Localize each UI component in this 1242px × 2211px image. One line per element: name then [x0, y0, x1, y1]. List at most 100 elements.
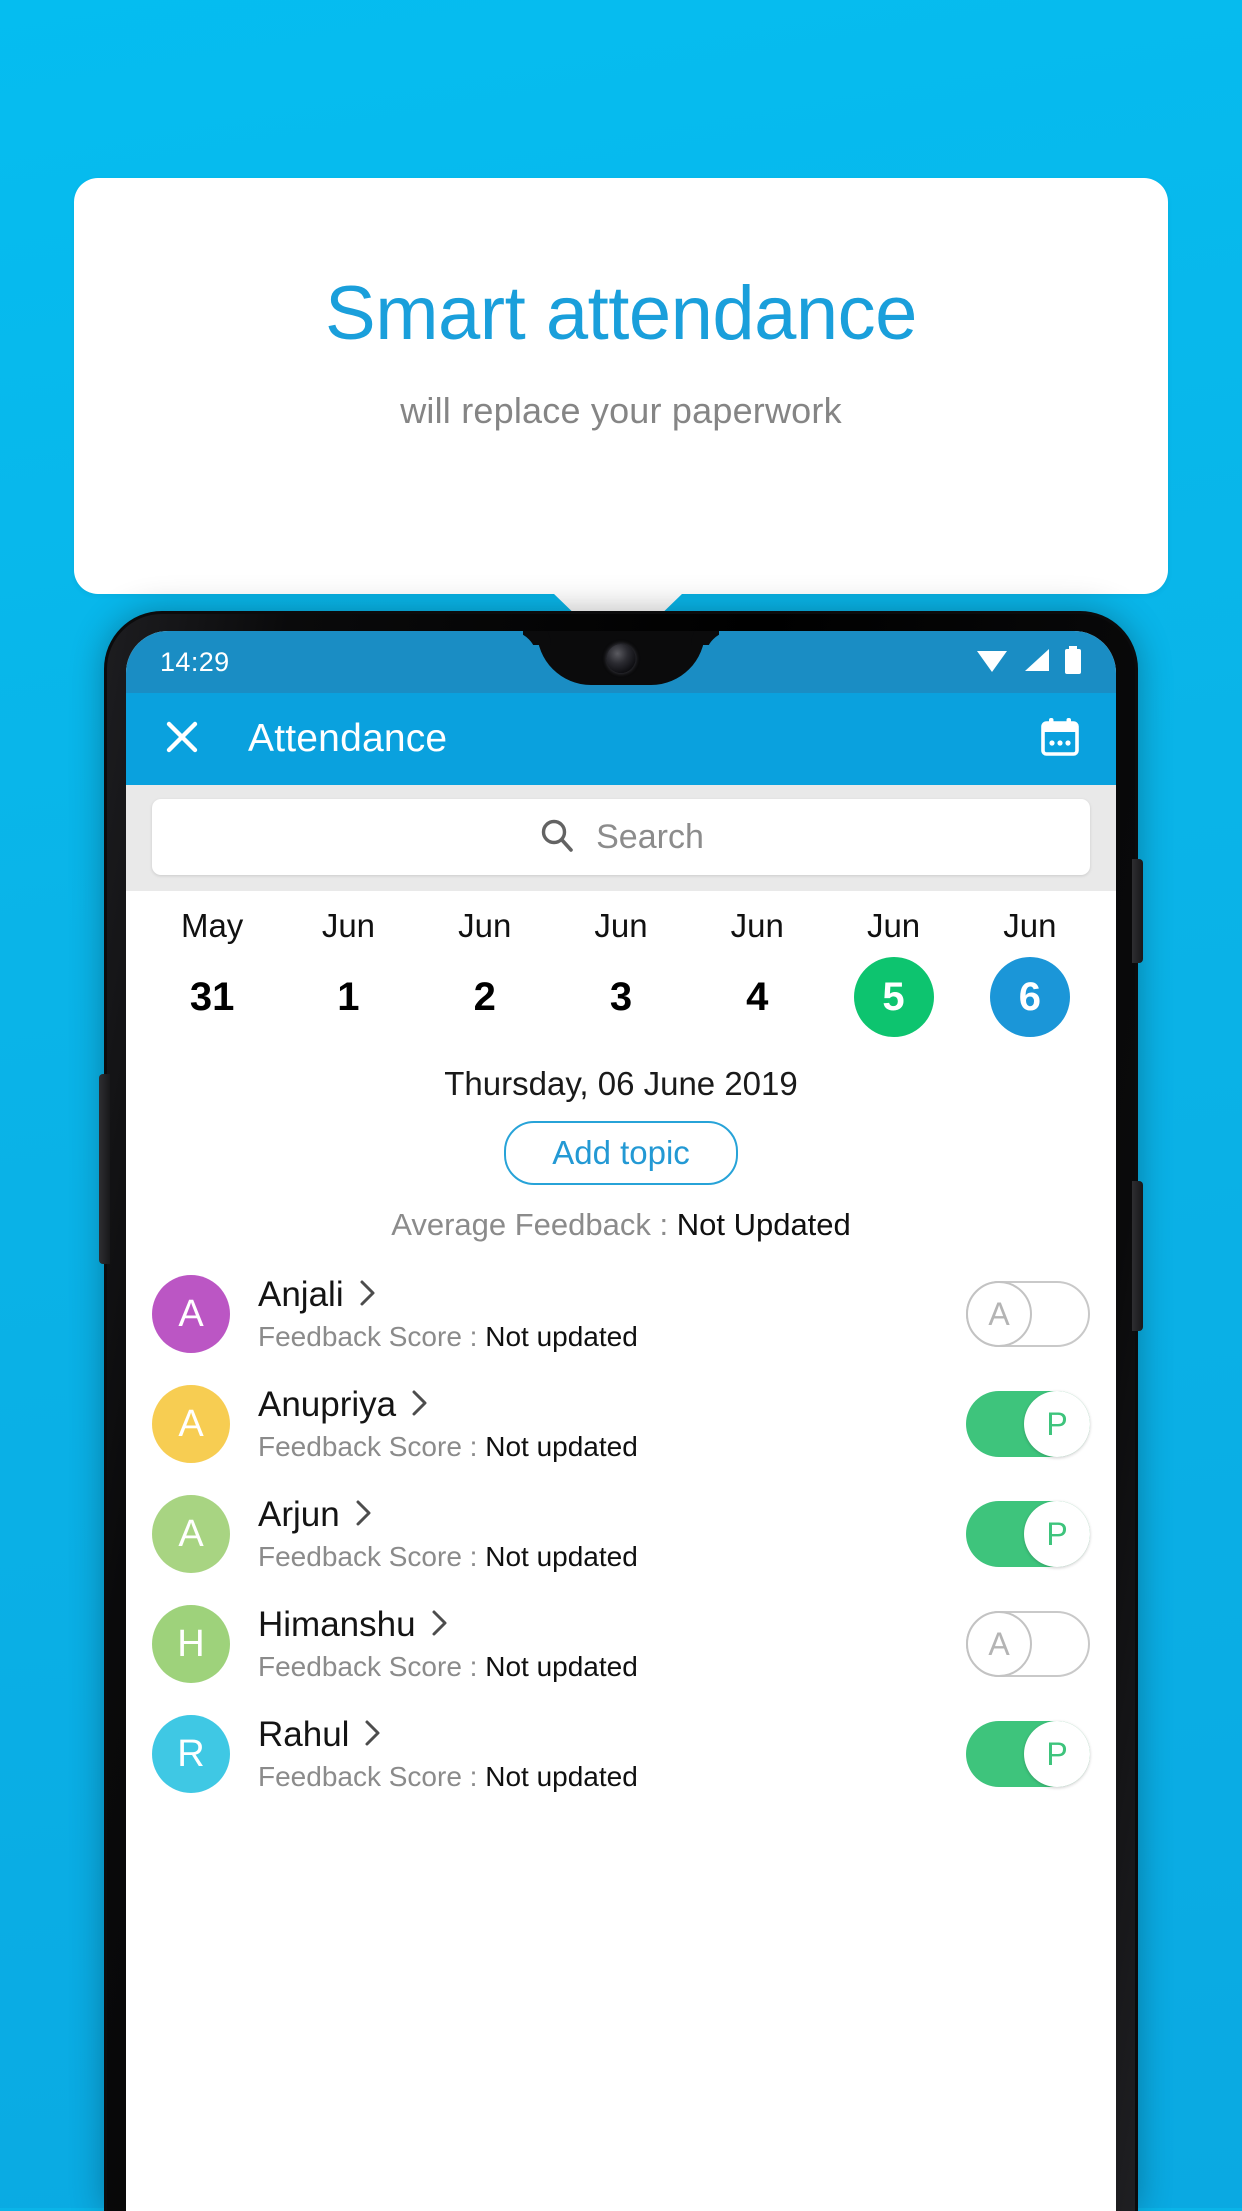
date-day-number: 5: [853, 957, 934, 1037]
add-topic-button[interactable]: Add topic: [504, 1121, 738, 1185]
date-cell[interactable]: Jun 3: [553, 907, 689, 1037]
date-day-number: 4: [746, 974, 769, 1019]
student-name-line[interactable]: Rahul: [258, 1715, 966, 1755]
chevron-right-icon[interactable]: [410, 1388, 430, 1423]
date-cell[interactable]: Jun 5: [825, 907, 961, 1037]
student-name: Anupriya: [258, 1385, 397, 1424]
average-feedback: Average Feedback : Not Updated: [126, 1207, 1116, 1243]
phone-assistant-button[interactable]: [99, 1074, 110, 1264]
date-cell[interactable]: May 31: [144, 907, 280, 1037]
avatar: A: [152, 1275, 230, 1353]
date-day-number: 1: [337, 974, 360, 1019]
selected-date-label: Thursday, 06 June 2019: [444, 1065, 798, 1102]
student-row[interactable]: A Anupriya Feedback Score : Not updated P: [126, 1369, 1116, 1479]
feedback-score-value: Not updated: [485, 1761, 638, 1792]
chevron-right-icon[interactable]: [363, 1718, 383, 1753]
feedback-score-value: Not updated: [485, 1651, 638, 1682]
promo-headline: Smart attendance: [325, 271, 917, 356]
status-bar: 14:29: [126, 631, 1116, 693]
feedback-score-label: Feedback Score :: [258, 1651, 486, 1682]
date-strip: May 31 Jun 1 Jun 2 Jun 3 Jun 4 Jun 5 Jun 6: [126, 891, 1116, 1043]
student-name-line[interactable]: Himanshu: [258, 1605, 966, 1645]
date-cell[interactable]: Jun 1: [280, 907, 416, 1037]
date-month-label: Jun: [866, 907, 921, 944]
date-cell[interactable]: Jun 2: [417, 907, 553, 1037]
close-icon[interactable]: [160, 715, 204, 764]
attendance-toggle-knob: A: [966, 1611, 1032, 1677]
attendance-toggle[interactable]: P: [966, 1391, 1090, 1457]
student-row[interactable]: A Anjali Feedback Score : Not updated A: [126, 1259, 1116, 1369]
promo-card: Smart attendance will replace your paper…: [74, 178, 1168, 594]
student-info: Himanshu Feedback Score : Not updated: [230, 1605, 966, 1683]
student-name: Arjun: [258, 1495, 340, 1534]
avatar: H: [152, 1605, 230, 1683]
phone-screen: 14:29 Attendance Search May 31 Jun 1 Jun…: [126, 631, 1116, 2211]
date-month-label: Jun: [730, 907, 784, 944]
student-feedback-score: Feedback Score : Not updated: [258, 1321, 966, 1353]
student-feedback-score: Feedback Score : Not updated: [258, 1541, 966, 1573]
phone-mockup: 14:29 Attendance Search May 31 Jun 1 Jun…: [99, 611, 1143, 2211]
student-name-line[interactable]: Arjun: [258, 1495, 966, 1535]
date-month-label: Jun: [594, 907, 648, 944]
student-feedback-score: Feedback Score : Not updated: [258, 1431, 966, 1463]
attendance-toggle-knob: P: [1024, 1501, 1090, 1567]
date-cell[interactable]: Jun 6: [962, 907, 1098, 1037]
student-name: Rahul: [258, 1715, 350, 1754]
attendance-toggle[interactable]: A: [966, 1611, 1090, 1677]
date-cell[interactable]: Jun 4: [689, 907, 825, 1037]
search-bar-container: Search: [126, 785, 1116, 891]
average-feedback-value: Not Updated: [676, 1207, 851, 1242]
student-row[interactable]: H Himanshu Feedback Score : Not updated A: [126, 1589, 1116, 1699]
attendance-toggle[interactable]: P: [966, 1501, 1090, 1567]
status-clock: 14:29: [160, 646, 230, 677]
date-month-label: Jun: [321, 907, 376, 944]
phone-power-button[interactable]: [1132, 1181, 1143, 1331]
date-day-number: 6: [989, 957, 1070, 1037]
avatar: R: [152, 1715, 230, 1793]
feedback-score-label: Feedback Score :: [258, 1541, 486, 1572]
attendance-toggle[interactable]: P: [966, 1721, 1090, 1787]
feedback-score-label: Feedback Score :: [258, 1431, 486, 1462]
signal-icon: [1021, 647, 1051, 678]
calendar-icon[interactable]: [1038, 715, 1082, 764]
chevron-right-icon[interactable]: [430, 1608, 450, 1643]
student-row[interactable]: A Arjun Feedback Score : Not updated P: [126, 1479, 1116, 1589]
student-name: Himanshu: [258, 1605, 416, 1644]
status-icon-group: [976, 645, 1082, 679]
student-info: Arjun Feedback Score : Not updated: [230, 1495, 966, 1573]
attendance-toggle[interactable]: A: [966, 1281, 1090, 1347]
avatar: A: [152, 1495, 230, 1573]
date-month-label: Jun: [1003, 907, 1057, 944]
search-input[interactable]: Search: [152, 799, 1090, 875]
wifi-icon: [976, 647, 1008, 678]
feedback-score-value: Not updated: [485, 1321, 638, 1352]
app-bar: Attendance: [126, 693, 1116, 785]
student-feedback-score: Feedback Score : Not updated: [258, 1651, 966, 1683]
student-info: Rahul Feedback Score : Not updated: [230, 1715, 966, 1793]
attendance-toggle-knob: P: [1024, 1721, 1090, 1787]
feedback-score-value: Not updated: [485, 1541, 638, 1572]
date-day-number: 3: [609, 974, 633, 1019]
student-name-line[interactable]: Anjali: [258, 1275, 966, 1315]
search-icon: [538, 816, 576, 859]
date-day-number: 31: [189, 974, 235, 1019]
student-info: Anupriya Feedback Score : Not updated: [230, 1385, 966, 1463]
average-feedback-label: Average Feedback :: [391, 1207, 677, 1242]
chevron-right-icon[interactable]: [354, 1498, 374, 1533]
front-camera: [606, 644, 636, 673]
date-month-label: Jun: [458, 907, 512, 944]
battery-icon: [1064, 645, 1082, 679]
date-month-label: May: [180, 907, 244, 944]
promo-subheadline: will replace your paperwork: [400, 390, 842, 431]
search-placeholder-text: Search: [596, 817, 704, 856]
attendance-toggle-knob: P: [1024, 1391, 1090, 1457]
student-list: A Anjali Feedback Score : Not updated A A Anu…: [126, 1259, 1116, 1809]
attendance-toggle-knob: A: [966, 1281, 1032, 1347]
student-name-line[interactable]: Anupriya: [258, 1385, 966, 1425]
date-day-number: 2: [473, 974, 496, 1019]
phone-volume-button[interactable]: [1132, 859, 1143, 963]
chevron-right-icon[interactable]: [358, 1278, 378, 1313]
student-feedback-score: Feedback Score : Not updated: [258, 1761, 966, 1793]
student-row[interactable]: R Rahul Feedback Score : Not updated P: [126, 1699, 1116, 1809]
avatar: A: [152, 1385, 230, 1463]
